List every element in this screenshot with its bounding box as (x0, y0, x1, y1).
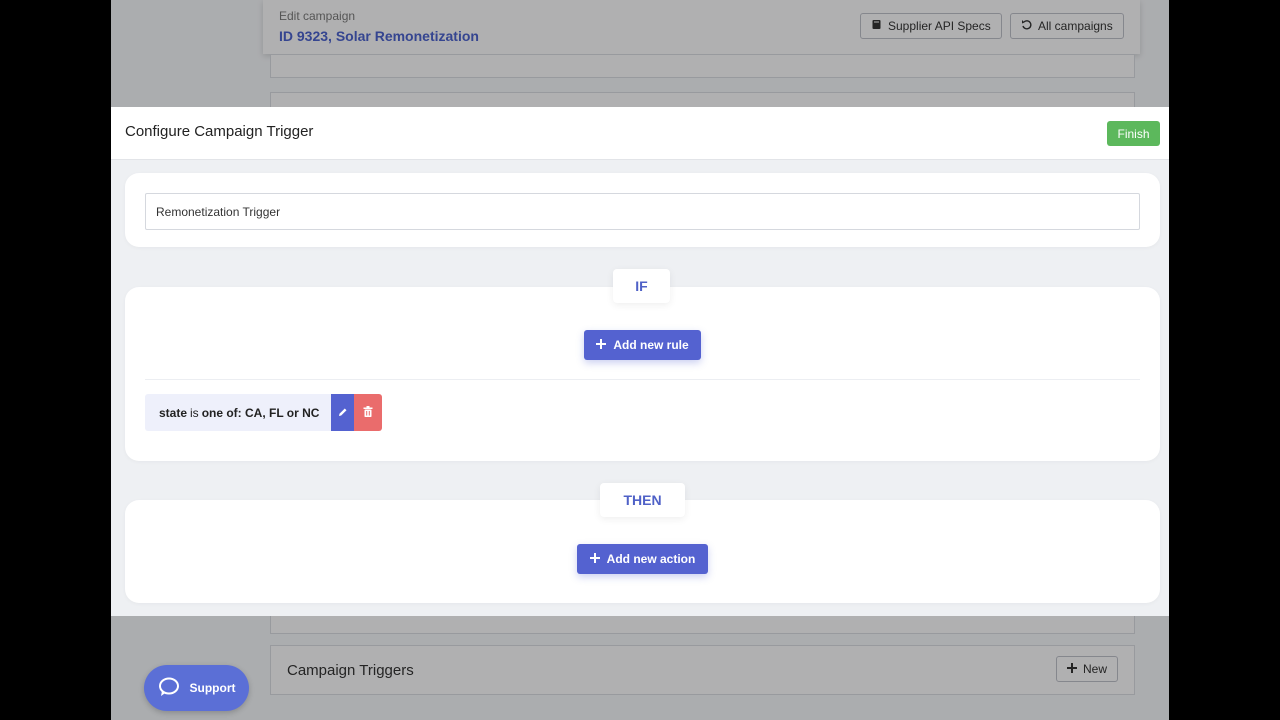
modal-header: Configure Campaign Trigger Finish (111, 107, 1169, 160)
trash-icon (363, 404, 373, 422)
rule-condition: one of: CA, FL or NC (201, 405, 320, 420)
add-action-label: Add new action (606, 552, 696, 566)
then-label: THEN (600, 483, 685, 517)
add-action-button[interactable]: Add new action (577, 544, 708, 574)
add-rule-label: Add new rule (613, 338, 689, 352)
if-label: IF (613, 269, 670, 303)
pencil-icon (338, 404, 348, 422)
rule-summary: state is one of: CA, FL or NC (145, 394, 332, 431)
rule-item: state is one of: CA, FL or NC (145, 394, 383, 431)
divider (145, 379, 1140, 380)
support-label: Support (189, 681, 236, 695)
finish-button[interactable]: Finish (1107, 121, 1160, 146)
plus-icon (596, 338, 607, 352)
edit-rule-button[interactable] (331, 394, 355, 431)
if-conditions-card: Add new rule state is one of: CA, FL or … (125, 287, 1160, 461)
trigger-name-card (125, 173, 1160, 247)
modal-title: Configure Campaign Trigger (125, 123, 314, 140)
configure-trigger-modal: Configure Campaign Trigger Finish IF Add… (111, 107, 1169, 616)
rule-field: state (159, 405, 188, 420)
support-button[interactable]: Support (144, 665, 249, 711)
plus-icon (589, 552, 600, 566)
rule-operator: is (190, 405, 199, 420)
app-area: Edit campaign ID 9323, Solar Remonetizat… (111, 0, 1169, 720)
delete-rule-button[interactable] (354, 394, 383, 431)
trigger-name-input[interactable] (145, 193, 1140, 230)
chat-bubble-icon (158, 677, 180, 700)
add-rule-button[interactable]: Add new rule (584, 330, 701, 360)
